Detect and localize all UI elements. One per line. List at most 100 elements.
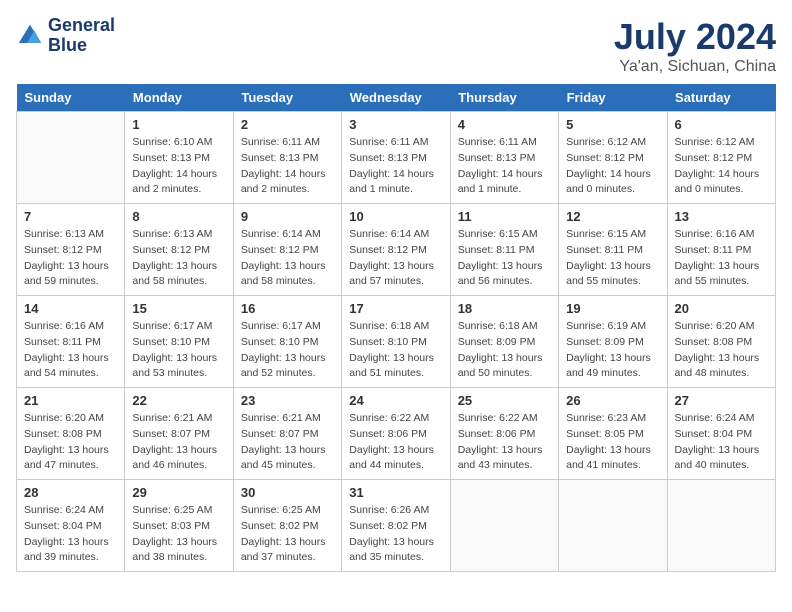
calendar-cell [559, 480, 667, 572]
daylight-hours: Daylight: 13 hours and 37 minutes. [241, 535, 334, 567]
day-info: Sunrise: 6:24 AM Sunset: 8:04 PM Dayligh… [24, 503, 117, 566]
sunrise-time: Sunrise: 6:25 AM [132, 503, 225, 519]
calendar-cell: 14 Sunrise: 6:16 AM Sunset: 8:11 PM Dayl… [17, 296, 125, 388]
day-info: Sunrise: 6:18 AM Sunset: 8:09 PM Dayligh… [458, 319, 551, 382]
day-number: 17 [349, 301, 442, 316]
daylight-hours: Daylight: 14 hours and 2 minutes. [132, 167, 225, 199]
sunset-time: Sunset: 8:10 PM [132, 335, 225, 351]
calendar-week-row: 7 Sunrise: 6:13 AM Sunset: 8:12 PM Dayli… [17, 204, 776, 296]
sunset-time: Sunset: 8:06 PM [458, 427, 551, 443]
sunrise-time: Sunrise: 6:23 AM [566, 411, 659, 427]
day-info: Sunrise: 6:17 AM Sunset: 8:10 PM Dayligh… [241, 319, 334, 382]
day-number: 21 [24, 393, 117, 408]
logo: General Blue [16, 16, 115, 56]
day-number: 11 [458, 209, 551, 224]
weekday-header-monday: Monday [125, 84, 233, 112]
sunrise-time: Sunrise: 6:21 AM [241, 411, 334, 427]
day-info: Sunrise: 6:13 AM Sunset: 8:12 PM Dayligh… [24, 227, 117, 290]
daylight-hours: Daylight: 13 hours and 48 minutes. [675, 351, 768, 383]
calendar-week-row: 28 Sunrise: 6:24 AM Sunset: 8:04 PM Dayl… [17, 480, 776, 572]
calendar-cell: 29 Sunrise: 6:25 AM Sunset: 8:03 PM Dayl… [125, 480, 233, 572]
daylight-hours: Daylight: 13 hours and 58 minutes. [132, 259, 225, 291]
day-number: 4 [458, 117, 551, 132]
day-info: Sunrise: 6:15 AM Sunset: 8:11 PM Dayligh… [458, 227, 551, 290]
daylight-hours: Daylight: 13 hours and 41 minutes. [566, 443, 659, 475]
calendar-cell: 11 Sunrise: 6:15 AM Sunset: 8:11 PM Dayl… [450, 204, 558, 296]
day-info: Sunrise: 6:19 AM Sunset: 8:09 PM Dayligh… [566, 319, 659, 382]
sunset-time: Sunset: 8:10 PM [241, 335, 334, 351]
day-number: 13 [675, 209, 768, 224]
sunrise-time: Sunrise: 6:17 AM [132, 319, 225, 335]
day-number: 29 [132, 485, 225, 500]
day-info: Sunrise: 6:24 AM Sunset: 8:04 PM Dayligh… [675, 411, 768, 474]
calendar-cell: 16 Sunrise: 6:17 AM Sunset: 8:10 PM Dayl… [233, 296, 341, 388]
daylight-hours: Daylight: 13 hours and 49 minutes. [566, 351, 659, 383]
sunset-time: Sunset: 8:13 PM [458, 151, 551, 167]
sunset-time: Sunset: 8:11 PM [24, 335, 117, 351]
day-info: Sunrise: 6:22 AM Sunset: 8:06 PM Dayligh… [349, 411, 442, 474]
day-info: Sunrise: 6:14 AM Sunset: 8:12 PM Dayligh… [241, 227, 334, 290]
calendar-cell: 31 Sunrise: 6:26 AM Sunset: 8:02 PM Dayl… [342, 480, 450, 572]
sunset-time: Sunset: 8:11 PM [675, 243, 768, 259]
calendar-cell: 28 Sunrise: 6:24 AM Sunset: 8:04 PM Dayl… [17, 480, 125, 572]
calendar-week-row: 21 Sunrise: 6:20 AM Sunset: 8:08 PM Dayl… [17, 388, 776, 480]
calendar-cell: 6 Sunrise: 6:12 AM Sunset: 8:12 PM Dayli… [667, 112, 775, 204]
day-number: 15 [132, 301, 225, 316]
page-header: General Blue July 2024 Ya'an, Sichuan, C… [16, 16, 776, 76]
day-info: Sunrise: 6:25 AM Sunset: 8:02 PM Dayligh… [241, 503, 334, 566]
calendar-cell: 9 Sunrise: 6:14 AM Sunset: 8:12 PM Dayli… [233, 204, 341, 296]
daylight-hours: Daylight: 13 hours and 56 minutes. [458, 259, 551, 291]
sunrise-time: Sunrise: 6:11 AM [458, 135, 551, 151]
calendar-cell: 12 Sunrise: 6:15 AM Sunset: 8:11 PM Dayl… [559, 204, 667, 296]
sunset-time: Sunset: 8:02 PM [349, 519, 442, 535]
logo-text: General Blue [48, 16, 115, 56]
sunset-time: Sunset: 8:03 PM [132, 519, 225, 535]
day-info: Sunrise: 6:21 AM Sunset: 8:07 PM Dayligh… [241, 411, 334, 474]
calendar-cell: 23 Sunrise: 6:21 AM Sunset: 8:07 PM Dayl… [233, 388, 341, 480]
calendar-cell: 30 Sunrise: 6:25 AM Sunset: 8:02 PM Dayl… [233, 480, 341, 572]
calendar-cell: 5 Sunrise: 6:12 AM Sunset: 8:12 PM Dayli… [559, 112, 667, 204]
day-number: 12 [566, 209, 659, 224]
title-area: July 2024 Ya'an, Sichuan, China [614, 16, 776, 76]
sunset-time: Sunset: 8:09 PM [458, 335, 551, 351]
calendar-cell: 22 Sunrise: 6:21 AM Sunset: 8:07 PM Dayl… [125, 388, 233, 480]
calendar-cell: 2 Sunrise: 6:11 AM Sunset: 8:13 PM Dayli… [233, 112, 341, 204]
sunrise-time: Sunrise: 6:11 AM [349, 135, 442, 151]
sunrise-time: Sunrise: 6:16 AM [675, 227, 768, 243]
daylight-hours: Daylight: 13 hours and 59 minutes. [24, 259, 117, 291]
daylight-hours: Daylight: 14 hours and 0 minutes. [566, 167, 659, 199]
sunrise-time: Sunrise: 6:24 AM [24, 503, 117, 519]
sunset-time: Sunset: 8:13 PM [241, 151, 334, 167]
sunset-time: Sunset: 8:04 PM [675, 427, 768, 443]
calendar-cell [667, 480, 775, 572]
daylight-hours: Daylight: 13 hours and 51 minutes. [349, 351, 442, 383]
day-info: Sunrise: 6:11 AM Sunset: 8:13 PM Dayligh… [241, 135, 334, 198]
day-info: Sunrise: 6:18 AM Sunset: 8:10 PM Dayligh… [349, 319, 442, 382]
daylight-hours: Daylight: 13 hours and 45 minutes. [241, 443, 334, 475]
day-info: Sunrise: 6:25 AM Sunset: 8:03 PM Dayligh… [132, 503, 225, 566]
calendar-week-row: 14 Sunrise: 6:16 AM Sunset: 8:11 PM Dayl… [17, 296, 776, 388]
daylight-hours: Daylight: 13 hours and 57 minutes. [349, 259, 442, 291]
sunset-time: Sunset: 8:07 PM [132, 427, 225, 443]
daylight-hours: Daylight: 13 hours and 55 minutes. [566, 259, 659, 291]
day-info: Sunrise: 6:20 AM Sunset: 8:08 PM Dayligh… [675, 319, 768, 382]
day-number: 16 [241, 301, 334, 316]
day-number: 2 [241, 117, 334, 132]
sunrise-time: Sunrise: 6:24 AM [675, 411, 768, 427]
daylight-hours: Daylight: 13 hours and 58 minutes. [241, 259, 334, 291]
day-number: 19 [566, 301, 659, 316]
sunset-time: Sunset: 8:13 PM [132, 151, 225, 167]
weekday-header-tuesday: Tuesday [233, 84, 341, 112]
sunrise-time: Sunrise: 6:18 AM [458, 319, 551, 335]
calendar-cell [450, 480, 558, 572]
sunset-time: Sunset: 8:08 PM [675, 335, 768, 351]
day-info: Sunrise: 6:12 AM Sunset: 8:12 PM Dayligh… [566, 135, 659, 198]
day-number: 3 [349, 117, 442, 132]
day-number: 6 [675, 117, 768, 132]
logo-line2: Blue [48, 36, 115, 56]
sunset-time: Sunset: 8:04 PM [24, 519, 117, 535]
day-number: 24 [349, 393, 442, 408]
day-info: Sunrise: 6:17 AM Sunset: 8:10 PM Dayligh… [132, 319, 225, 382]
day-number: 26 [566, 393, 659, 408]
day-number: 20 [675, 301, 768, 316]
